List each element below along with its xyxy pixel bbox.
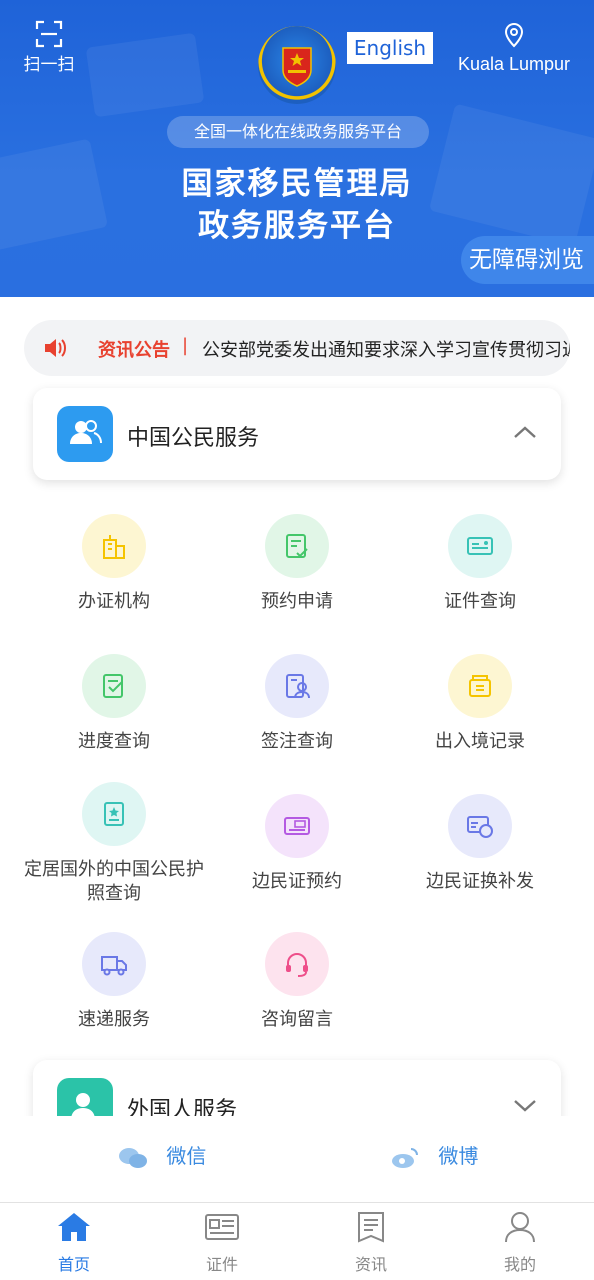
- service-label: 进度查询: [78, 731, 150, 752]
- service-consultation-message[interactable]: 咨询留言: [207, 932, 387, 1032]
- passport-icon: [82, 782, 146, 846]
- location-selector[interactable]: Kuala Lumpur: [452, 22, 576, 75]
- wechat-link[interactable]: 微信: [118, 1140, 206, 1170]
- page-title-line1: 国家移民管理局: [181, 166, 413, 202]
- notice-separator: |: [182, 335, 189, 356]
- service-document-query[interactable]: 证件查询: [390, 514, 570, 614]
- notice-bar[interactable]: 资讯公告 | 公安部党委发出通知要求深入学习宣传贯彻习近: [24, 320, 570, 376]
- progress-check-icon: [82, 654, 146, 718]
- scan-icon: [35, 20, 63, 48]
- nav-certificates-label: 证件: [205, 1255, 238, 1274]
- chevron-down-icon[interactable]: [513, 1094, 536, 1116]
- header-banner: 扫一扫 English Kuala Lumpur 全国一体化在线政务服务平台 国…: [0, 0, 594, 297]
- nav-home[interactable]: 首页: [34, 1211, 114, 1275]
- user-profile-icon: [480, 1211, 560, 1247]
- service-label: 证件查询: [444, 591, 516, 612]
- bottom-nav: 首页 证件 资讯 我的: [0, 1202, 594, 1280]
- service-office-locations[interactable]: 办证机构: [24, 514, 204, 614]
- citizen-services-header[interactable]: 中国公民服务: [33, 388, 561, 480]
- service-label: 速递服务: [78, 1009, 150, 1030]
- banner-decoration: [85, 32, 205, 118]
- service-border-pass-replacement[interactable]: 边民证换补发: [390, 794, 570, 894]
- service-progress-query[interactable]: 进度查询: [24, 654, 204, 754]
- truck-icon: [82, 932, 146, 996]
- speaker-icon: [44, 338, 66, 358]
- foreigner-user-icon: [57, 1078, 113, 1116]
- citizen-services-title: 中国公民服务: [127, 426, 260, 451]
- immigration-emblem-logo: [258, 26, 336, 104]
- service-label: 定居国外的中国公民护照查询: [24, 859, 204, 904]
- nav-mine-label: 我的: [503, 1255, 536, 1274]
- news-icon: [331, 1211, 411, 1247]
- wechat-icon: [118, 1144, 166, 1168]
- record-box-icon: [448, 654, 512, 718]
- notice-tag: 资讯公告: [98, 340, 170, 361]
- service-express-delivery[interactable]: 速递服务: [24, 932, 204, 1032]
- scan-label: 扫一扫: [23, 55, 75, 75]
- endorsement-icon: [265, 654, 329, 718]
- service-label: 预约申请: [261, 591, 333, 612]
- social-links: 微信 微博: [0, 1116, 594, 1202]
- citizen-users-icon: [57, 406, 113, 462]
- accessibility-button[interactable]: 无障碍浏览: [461, 236, 594, 284]
- service-label: 办证机构: [78, 591, 150, 612]
- service-label: 边民证预约: [252, 871, 342, 892]
- foreigner-services-title: 外国人服务: [127, 1098, 238, 1116]
- location-pin-icon: [452, 22, 576, 52]
- scan-button[interactable]: 扫一扫: [18, 20, 80, 75]
- border-card-replace-icon: [448, 794, 512, 858]
- foreigner-section-clip: 外国人服务: [0, 1050, 594, 1116]
- platform-pill: 全国一体化在线政务服务平台: [167, 116, 429, 148]
- nav-home-label: 首页: [57, 1255, 90, 1274]
- service-entry-exit-record[interactable]: 出入境记录: [390, 654, 570, 754]
- id-card-icon: [448, 514, 512, 578]
- border-card-icon: [265, 794, 329, 858]
- service-label: 边民证换补发: [426, 871, 534, 892]
- notice-text[interactable]: 公安部党委发出通知要求深入学习宣传贯彻习近: [202, 336, 570, 362]
- service-overseas-passport-query[interactable]: 定居国外的中国公民护照查询: [24, 782, 204, 906]
- service-appointment[interactable]: 预约申请: [207, 514, 387, 614]
- nav-mine[interactable]: 我的: [480, 1211, 560, 1275]
- home-icon: [34, 1211, 114, 1247]
- service-label: 出入境记录: [435, 731, 525, 752]
- service-border-pass-appointment[interactable]: 边民证预约: [207, 794, 387, 894]
- location-label: Kuala Lumpur: [457, 54, 571, 74]
- weibo-icon: [390, 1144, 438, 1168]
- english-language-button[interactable]: English: [347, 32, 433, 64]
- certificate-icon: [182, 1211, 262, 1247]
- foreigner-services-header[interactable]: 外国人服务: [33, 1060, 561, 1116]
- chevron-up-icon[interactable]: [513, 422, 536, 444]
- weibo-link[interactable]: 微博: [390, 1140, 478, 1170]
- building-icon: [82, 514, 146, 578]
- service-label: 咨询留言: [261, 1009, 333, 1030]
- nav-news[interactable]: 资讯: [331, 1211, 411, 1275]
- headset-icon: [265, 932, 329, 996]
- weibo-label: 微博: [438, 1144, 479, 1168]
- service-label: 签注查询: [261, 731, 333, 752]
- wechat-label: 微信: [166, 1144, 207, 1168]
- service-endorsement-query[interactable]: 签注查询: [207, 654, 387, 754]
- nav-news-label: 资讯: [354, 1255, 387, 1274]
- form-check-icon: [265, 514, 329, 578]
- nav-certificates[interactable]: 证件: [182, 1211, 262, 1275]
